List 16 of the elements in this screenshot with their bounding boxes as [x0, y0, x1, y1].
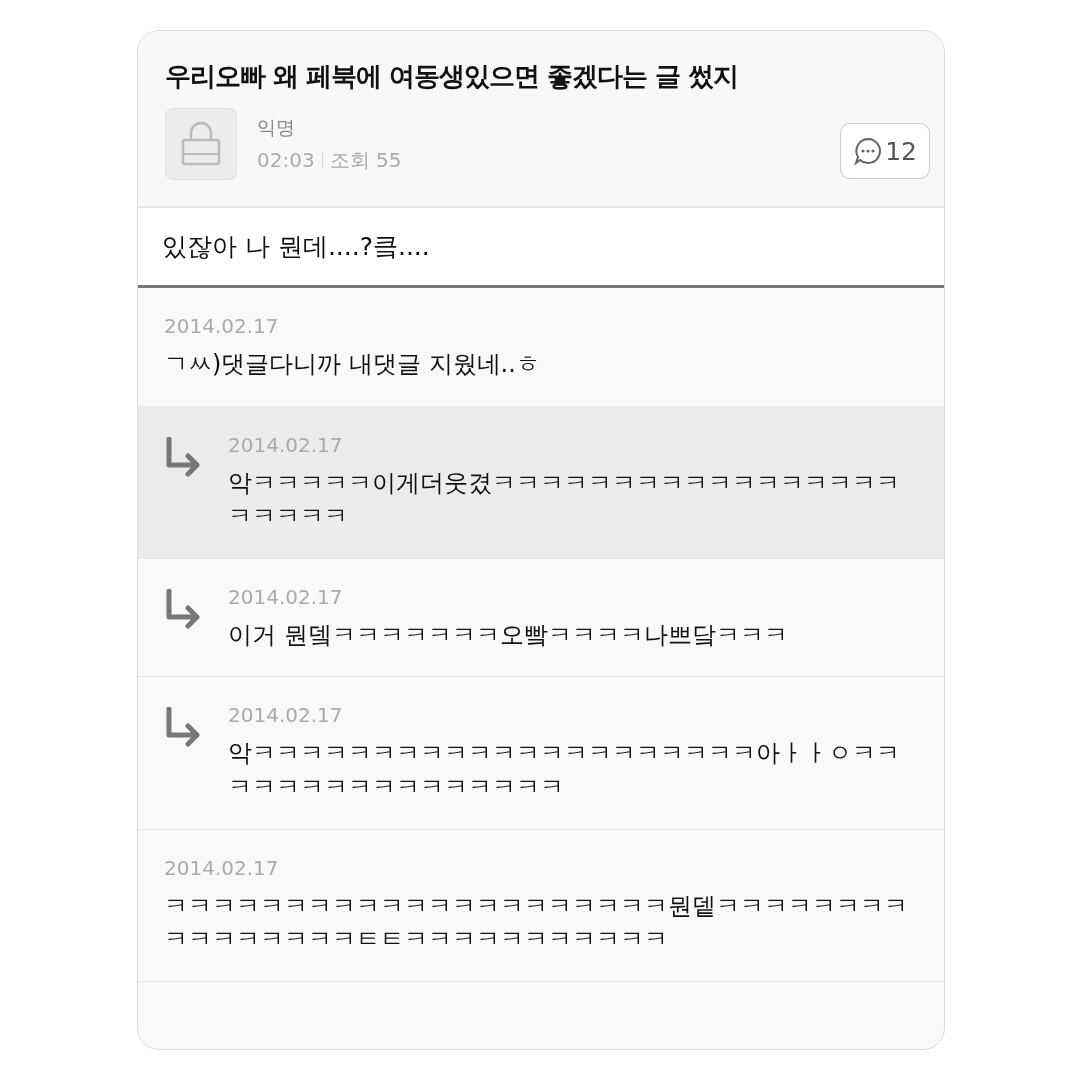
comment-text: 악ㅋㅋㅋㅋㅋ이게더웃겼ㅋㅋㅋㅋㅋㅋㅋㅋㅋㅋㅋㅋㅋㅋㅋㅋㅋㅋㅋㅋㅋㅋ: [228, 467, 901, 533]
post-title: 우리오빠 왜 페북에 여동생있으면 좋겠다는 글 썼지: [165, 60, 740, 93]
author-name: 익명: [257, 114, 296, 140]
post-time: 02:03: [257, 148, 315, 172]
view-count: 조회 55: [329, 146, 402, 174]
comment-text: ㄱㅆ)댓글다니까 내댓글 지웠네..ㅎ: [164, 349, 541, 380]
comment-date: 2014.02.17: [228, 432, 344, 457]
comment-date: 2014.02.17: [228, 584, 344, 609]
comment-text: 이거 뭔뎈ㅋㅋㅋㅋㅋㅋㅋ오빸ㅋㅋㅋㅋ나쁘닼ㅋㅋㅋ: [228, 619, 789, 651]
comment-count-button[interactable]: 12: [840, 123, 930, 179]
post-body: 있잖아 나 뭔데....?킄....: [138, 208, 944, 288]
comment-date: 2014.02.17: [164, 314, 280, 338]
comment-text: ㅋㅋㅋㅋㅋㅋㅋㅋㅋㅋㅋㅋㅋㅋㅋㅋㅋㅋㅋㅋㅋ뭔뎉ㅋㅋㅋㅋㅋㅋㅋㅋㅋㅋㅋㅋㅋㅋㅋㅋㅌㅌㅋㅋㅋㅋㅋㅋㅋㅋㅋㅋㅋ: [164, 890, 909, 956]
comment-date: 2014.02.17: [164, 855, 280, 880]
comment-date: 2014.02.17: [228, 703, 344, 728]
comment-text: 악ㅋㅋㅋㅋㅋㅋㅋㅋㅋㅋㅋㅋㅋㅋㅋㅋㅋㅋㅋㅋㅋ아ㅏㅏㅇㅋㅋㅋㅋㅋㅋㅋㅋㅋㅋㅋㅋㅋㅋㅋㅋ: [228, 738, 901, 803]
